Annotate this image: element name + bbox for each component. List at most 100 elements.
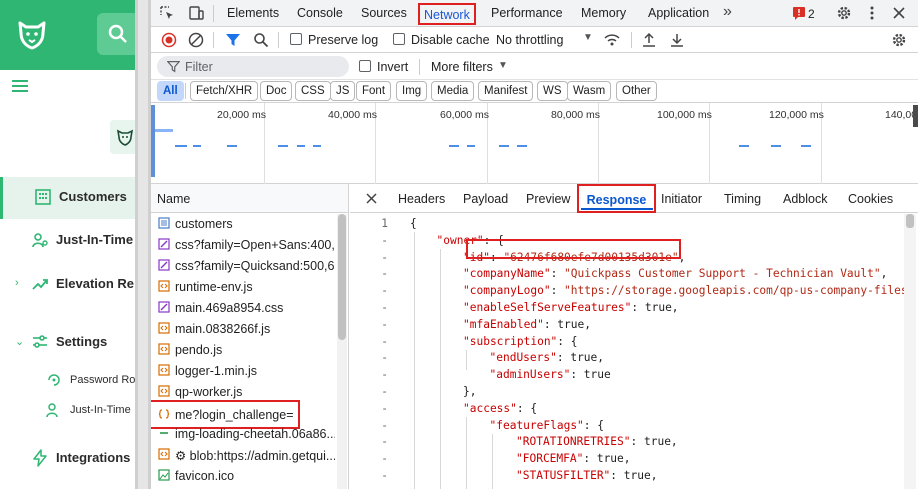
tab-application[interactable]: Application [648, 6, 709, 20]
request-row[interactable]: qp-worker.js [151, 381, 335, 402]
line-number: - [381, 452, 388, 466]
search-button[interactable] [97, 13, 135, 55]
json-punct: : [550, 267, 565, 281]
request-row[interactable]: main.0838266f.js [151, 318, 335, 339]
tab-console[interactable]: Console [297, 6, 343, 20]
export-har-icon[interactable] [669, 32, 685, 48]
nav-item-settings[interactable]: ⌄ Settings [0, 322, 135, 362]
nav-item-jit-settings[interactable]: Just-In-Time [0, 390, 135, 430]
network-overview-timeline[interactable]: 20,000 ms 40,000 ms 60,000 ms 80,000 ms … [151, 103, 918, 184]
type-filter-wasm[interactable]: Wasm [567, 81, 612, 101]
request-row[interactable]: favicon.ico [151, 465, 335, 486]
request-row[interactable]: img-loading-cheetah.06a86... [151, 423, 335, 444]
request-row[interactable]: pendo.js [151, 339, 335, 360]
network-conditions-icon[interactable] [604, 32, 620, 48]
more-tabs-icon[interactable]: » [723, 3, 732, 21]
tab-network[interactable]: Network [418, 3, 476, 25]
request-row[interactable]: css?family=Quicksand:500,6... [151, 255, 335, 276]
json-line: "enableSelfServeFeatures": true, [463, 301, 679, 314]
search-icon [108, 24, 127, 43]
nav-item-customers[interactable]: Customers [0, 177, 135, 219]
caret-down-icon[interactable]: ▼ [583, 32, 593, 43]
json-punct: : true [570, 368, 611, 382]
type-filter-other[interactable]: Other [616, 81, 657, 101]
filter-bar: Filter Invert More filters ▼ [151, 53, 918, 80]
nav-label: Elevation Re [56, 276, 135, 291]
timeline-tick-label: 60,000 ms [440, 109, 490, 121]
tab-memory[interactable]: Memory [581, 6, 626, 20]
preserve-log-checkbox[interactable] [290, 33, 302, 45]
tab-preview[interactable]: Preview [526, 192, 570, 206]
filter-funnel-icon[interactable] [225, 32, 241, 48]
caret-down-icon[interactable]: ▼ [498, 60, 508, 71]
type-filter-manifest[interactable]: Manifest [478, 81, 534, 101]
type-filter-ws[interactable]: WS [537, 81, 568, 101]
tab-payload[interactable]: Payload [463, 192, 508, 206]
tab-initiator[interactable]: Initiator [661, 192, 702, 206]
settings-gear-icon[interactable] [836, 5, 852, 21]
inspect-element-icon[interactable] [159, 5, 175, 21]
line-number: - [381, 233, 388, 247]
request-name: customers [175, 217, 233, 231]
name-column-header[interactable]: Name [151, 184, 348, 213]
issues-icon[interactable] [792, 6, 806, 20]
app-scrollbar[interactable] [135, 0, 151, 489]
throttling-select[interactable]: No throttling [496, 33, 563, 47]
json-key: "STATUSFILTER" [516, 469, 611, 482]
tab-elements[interactable]: Elements [227, 6, 279, 20]
request-row[interactable]: logger-1.min.js [151, 360, 335, 381]
invert-checkbox[interactable] [359, 60, 371, 72]
search-icon[interactable] [253, 32, 269, 48]
type-filter-all[interactable]: All [157, 81, 184, 101]
tab-response[interactable]: Response [577, 184, 656, 213]
nav-item-elevation[interactable]: › Elevation Re [0, 264, 135, 304]
tab-performance[interactable]: Performance [491, 6, 563, 20]
request-list-scrollbar[interactable] [337, 214, 347, 489]
response-scrollbar[interactable] [904, 214, 916, 489]
request-row[interactable]: main.469a8954.css [151, 297, 335, 318]
request-row[interactable]: runtime-env.js [151, 276, 335, 297]
invert-label: Invert [377, 60, 409, 74]
json-key: "access" [463, 401, 517, 415]
request-row[interactable]: ⚙ blob:https://admin.getqui... [151, 444, 335, 465]
close-icon[interactable] [891, 5, 907, 21]
type-filter-fetch-xhr[interactable]: Fetch/XHR [190, 81, 259, 101]
tab-sources[interactable]: Sources [361, 6, 407, 20]
kebab-menu-icon[interactable] [864, 5, 880, 21]
type-filter-img[interactable]: Img [396, 81, 428, 101]
disable-cache-checkbox[interactable] [393, 33, 405, 45]
type-filter-doc[interactable]: Doc [260, 81, 293, 101]
network-settings-gear-icon[interactable] [891, 32, 907, 48]
timeline-selection[interactable] [151, 105, 155, 177]
filter-input[interactable]: Filter [157, 56, 349, 77]
request-row[interactable]: customers [151, 213, 335, 234]
request-row[interactable]: css?family=Open+Sans:400,... [151, 234, 335, 255]
hamburger-menu-icon[interactable] [12, 80, 28, 94]
script-icon [158, 385, 170, 397]
type-filter-js[interactable]: JS [330, 81, 356, 101]
tab-cookies[interactable]: Cookies [848, 192, 893, 206]
more-filters-dropdown[interactable]: More filters [431, 60, 493, 74]
line-number: - [381, 435, 388, 449]
json-punct: : true, [543, 317, 591, 331]
image-icon [158, 469, 170, 481]
tab-adblock[interactable]: Adblock [783, 192, 827, 206]
type-filter-font[interactable]: Font [356, 81, 392, 101]
import-har-icon[interactable] [641, 32, 657, 48]
type-filter-css[interactable]: CSS [295, 81, 331, 101]
nav-item-integrations[interactable]: Integrations [0, 438, 135, 478]
clear-icon[interactable] [188, 32, 204, 48]
tab-headers[interactable]: Headers [398, 192, 445, 206]
device-toolbar-icon[interactable] [188, 5, 204, 21]
timeline-scroll-thumb[interactable] [913, 105, 918, 127]
network-toolbar: Preserve log Disable cache No throttling… [151, 27, 918, 53]
tab-timing[interactable]: Timing [724, 192, 761, 206]
json-key: "featureFlags" [489, 418, 584, 432]
record-stop-icon[interactable] [161, 32, 177, 48]
request-name: css?family=Quicksand:500,6... [175, 259, 335, 273]
type-filter-media[interactable]: Media [431, 81, 475, 101]
response-body[interactable]: 1{- "owner": {- "id": "62476f680efe7d00135… [350, 214, 918, 489]
nav-item-just-in-time[interactable]: Just-In-Time A [0, 220, 135, 260]
close-icon[interactable] [366, 193, 377, 204]
issues-count[interactable]: 2 [808, 7, 815, 21]
